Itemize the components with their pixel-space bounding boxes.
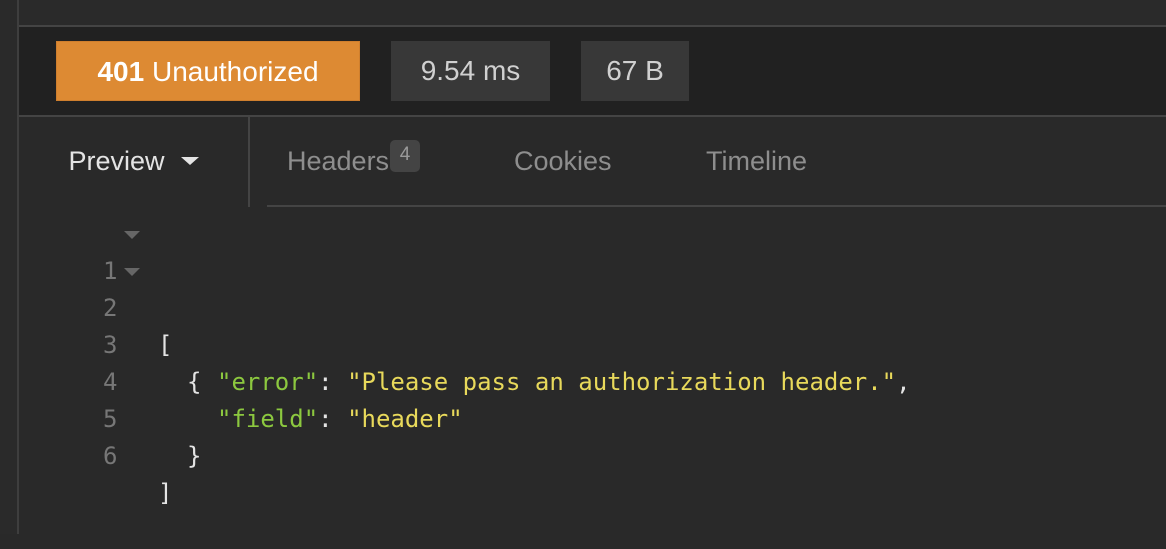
status-code: 401 (97, 56, 145, 87)
fold-arrow-icon[interactable] (124, 268, 140, 276)
code-line: 4 "field": "header" (19, 327, 1166, 433)
code-line: 6 ] (19, 401, 1166, 507)
code-text: } (187, 442, 202, 470)
tab-cookies[interactable]: Cookies (514, 117, 612, 205)
tab-divider (248, 117, 250, 207)
code-line: 5 } (19, 364, 1166, 470)
tab-timeline[interactable]: Timeline (706, 117, 807, 205)
tab-preview-label: Preview (68, 146, 165, 176)
code-line: 3 "error": "Please pass an authorization… (19, 290, 1166, 396)
response-status-bar: 401 Unauthorized 9.54 ms 67 B (19, 27, 1166, 117)
line-number: 6 (103, 442, 118, 470)
caret-down-icon[interactable] (180, 156, 199, 165)
code-line: 1 [ (19, 216, 1166, 359)
left-pane (0, 0, 19, 534)
fold-arrow-icon[interactable] (124, 231, 140, 239)
tab-preview[interactable]: Preview (19, 117, 248, 205)
tab-headers[interactable]: Headers 4 (287, 117, 421, 205)
status-badge: 401 Unauthorized (56, 41, 360, 101)
status-text: Unauthorized (151, 56, 319, 87)
response-body-viewer[interactable]: 1 [ 2 { 3 "error": "Please pass an autho… (19, 207, 1166, 534)
headers-count-badge: 4 (390, 140, 421, 172)
top-strip (19, 0, 1166, 27)
code-text: ] (158, 479, 173, 507)
tab-headers-label: Headers (287, 146, 390, 176)
response-size-badge: 67 B (581, 41, 689, 101)
response-time-badge: 9.54 ms (391, 41, 550, 101)
response-tabs: Preview Headers 4 Cookies Timeline (19, 117, 1166, 207)
code-line: 2 { (19, 253, 1166, 396)
